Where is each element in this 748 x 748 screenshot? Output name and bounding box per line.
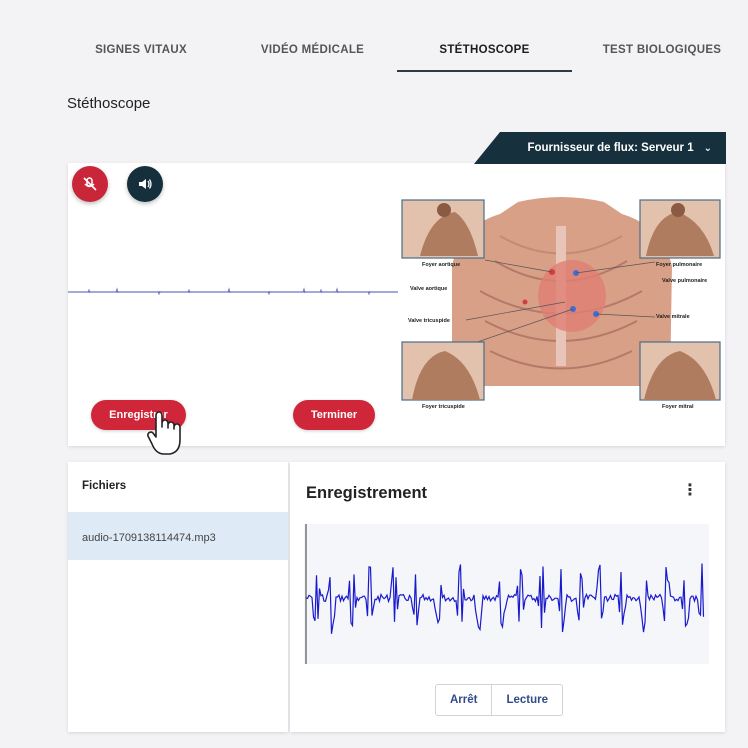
tab-bar: SIGNES VITAUX VIDÉO MÉDICALE STÉTHOSCOPE… xyxy=(60,36,748,76)
active-tab-indicator xyxy=(397,70,572,72)
recording-title: Enregistrement xyxy=(306,484,428,502)
live-waveform xyxy=(68,287,398,296)
playback-controls: Arrêt Lecture xyxy=(435,684,564,716)
tab-stethoscope[interactable]: STÉTHOSCOPE xyxy=(422,44,547,56)
page-title: Stéthoscope xyxy=(67,95,151,112)
hand-cursor-icon xyxy=(147,411,181,455)
stream-provider-label: Fournisseur de flux: Serveur 1 xyxy=(527,142,694,154)
tab-bio-tests[interactable]: TEST BIOLOGIQUES xyxy=(592,44,732,56)
file-list-item[interactable]: audio-1709138114474.mp3 xyxy=(68,512,288,560)
finish-button[interactable]: Terminer xyxy=(293,400,375,430)
files-panel: Fichiers audio-1709138114474.mp3 xyxy=(68,462,288,732)
play-button[interactable]: Lecture xyxy=(492,684,564,716)
volume-button[interactable] xyxy=(127,166,163,202)
waveform-trace xyxy=(305,563,705,634)
tab-vital-signs[interactable]: SIGNES VITAUX xyxy=(86,44,196,56)
stop-playback-button[interactable]: Arrêt xyxy=(435,684,493,716)
label-valve-pulmonaire: Valve pulmonaire xyxy=(662,278,707,284)
label-valve-aortique: Valve aortique xyxy=(410,286,447,292)
auscultation-diagram: Foyer aortique Foyer pulmonaire Valve ao… xyxy=(401,197,721,410)
label-foyer-pulmonaire: Foyer pulmonaire xyxy=(656,262,702,268)
chevron-down-icon: ⌄ xyxy=(703,142,712,154)
files-title: Fichiers xyxy=(82,480,127,492)
more-options-icon[interactable]: ⋮ xyxy=(680,480,700,504)
stream-provider-select[interactable]: Fournisseur de flux: Serveur 1 ⌄ xyxy=(474,132,726,164)
mic-off-icon xyxy=(83,177,97,191)
recording-panel: Enregistrement ⋮ Arrêt Lecture xyxy=(290,462,725,732)
label-valve-tricuspide: Valve tricuspide xyxy=(408,318,450,324)
recording-waveform[interactable] xyxy=(304,524,709,664)
volume-icon xyxy=(139,179,152,189)
label-foyer-mitral: Foyer mitral xyxy=(662,404,694,410)
mic-off-button[interactable] xyxy=(72,166,108,202)
label-valve-mitrale: Valve mitrale xyxy=(656,314,690,320)
tab-medical-video[interactable]: VIDÉO MÉDICALE xyxy=(250,44,375,56)
label-foyer-aortique: Foyer aortique xyxy=(422,262,460,268)
label-foyer-tricuspide: Foyer tricuspide xyxy=(422,404,465,410)
